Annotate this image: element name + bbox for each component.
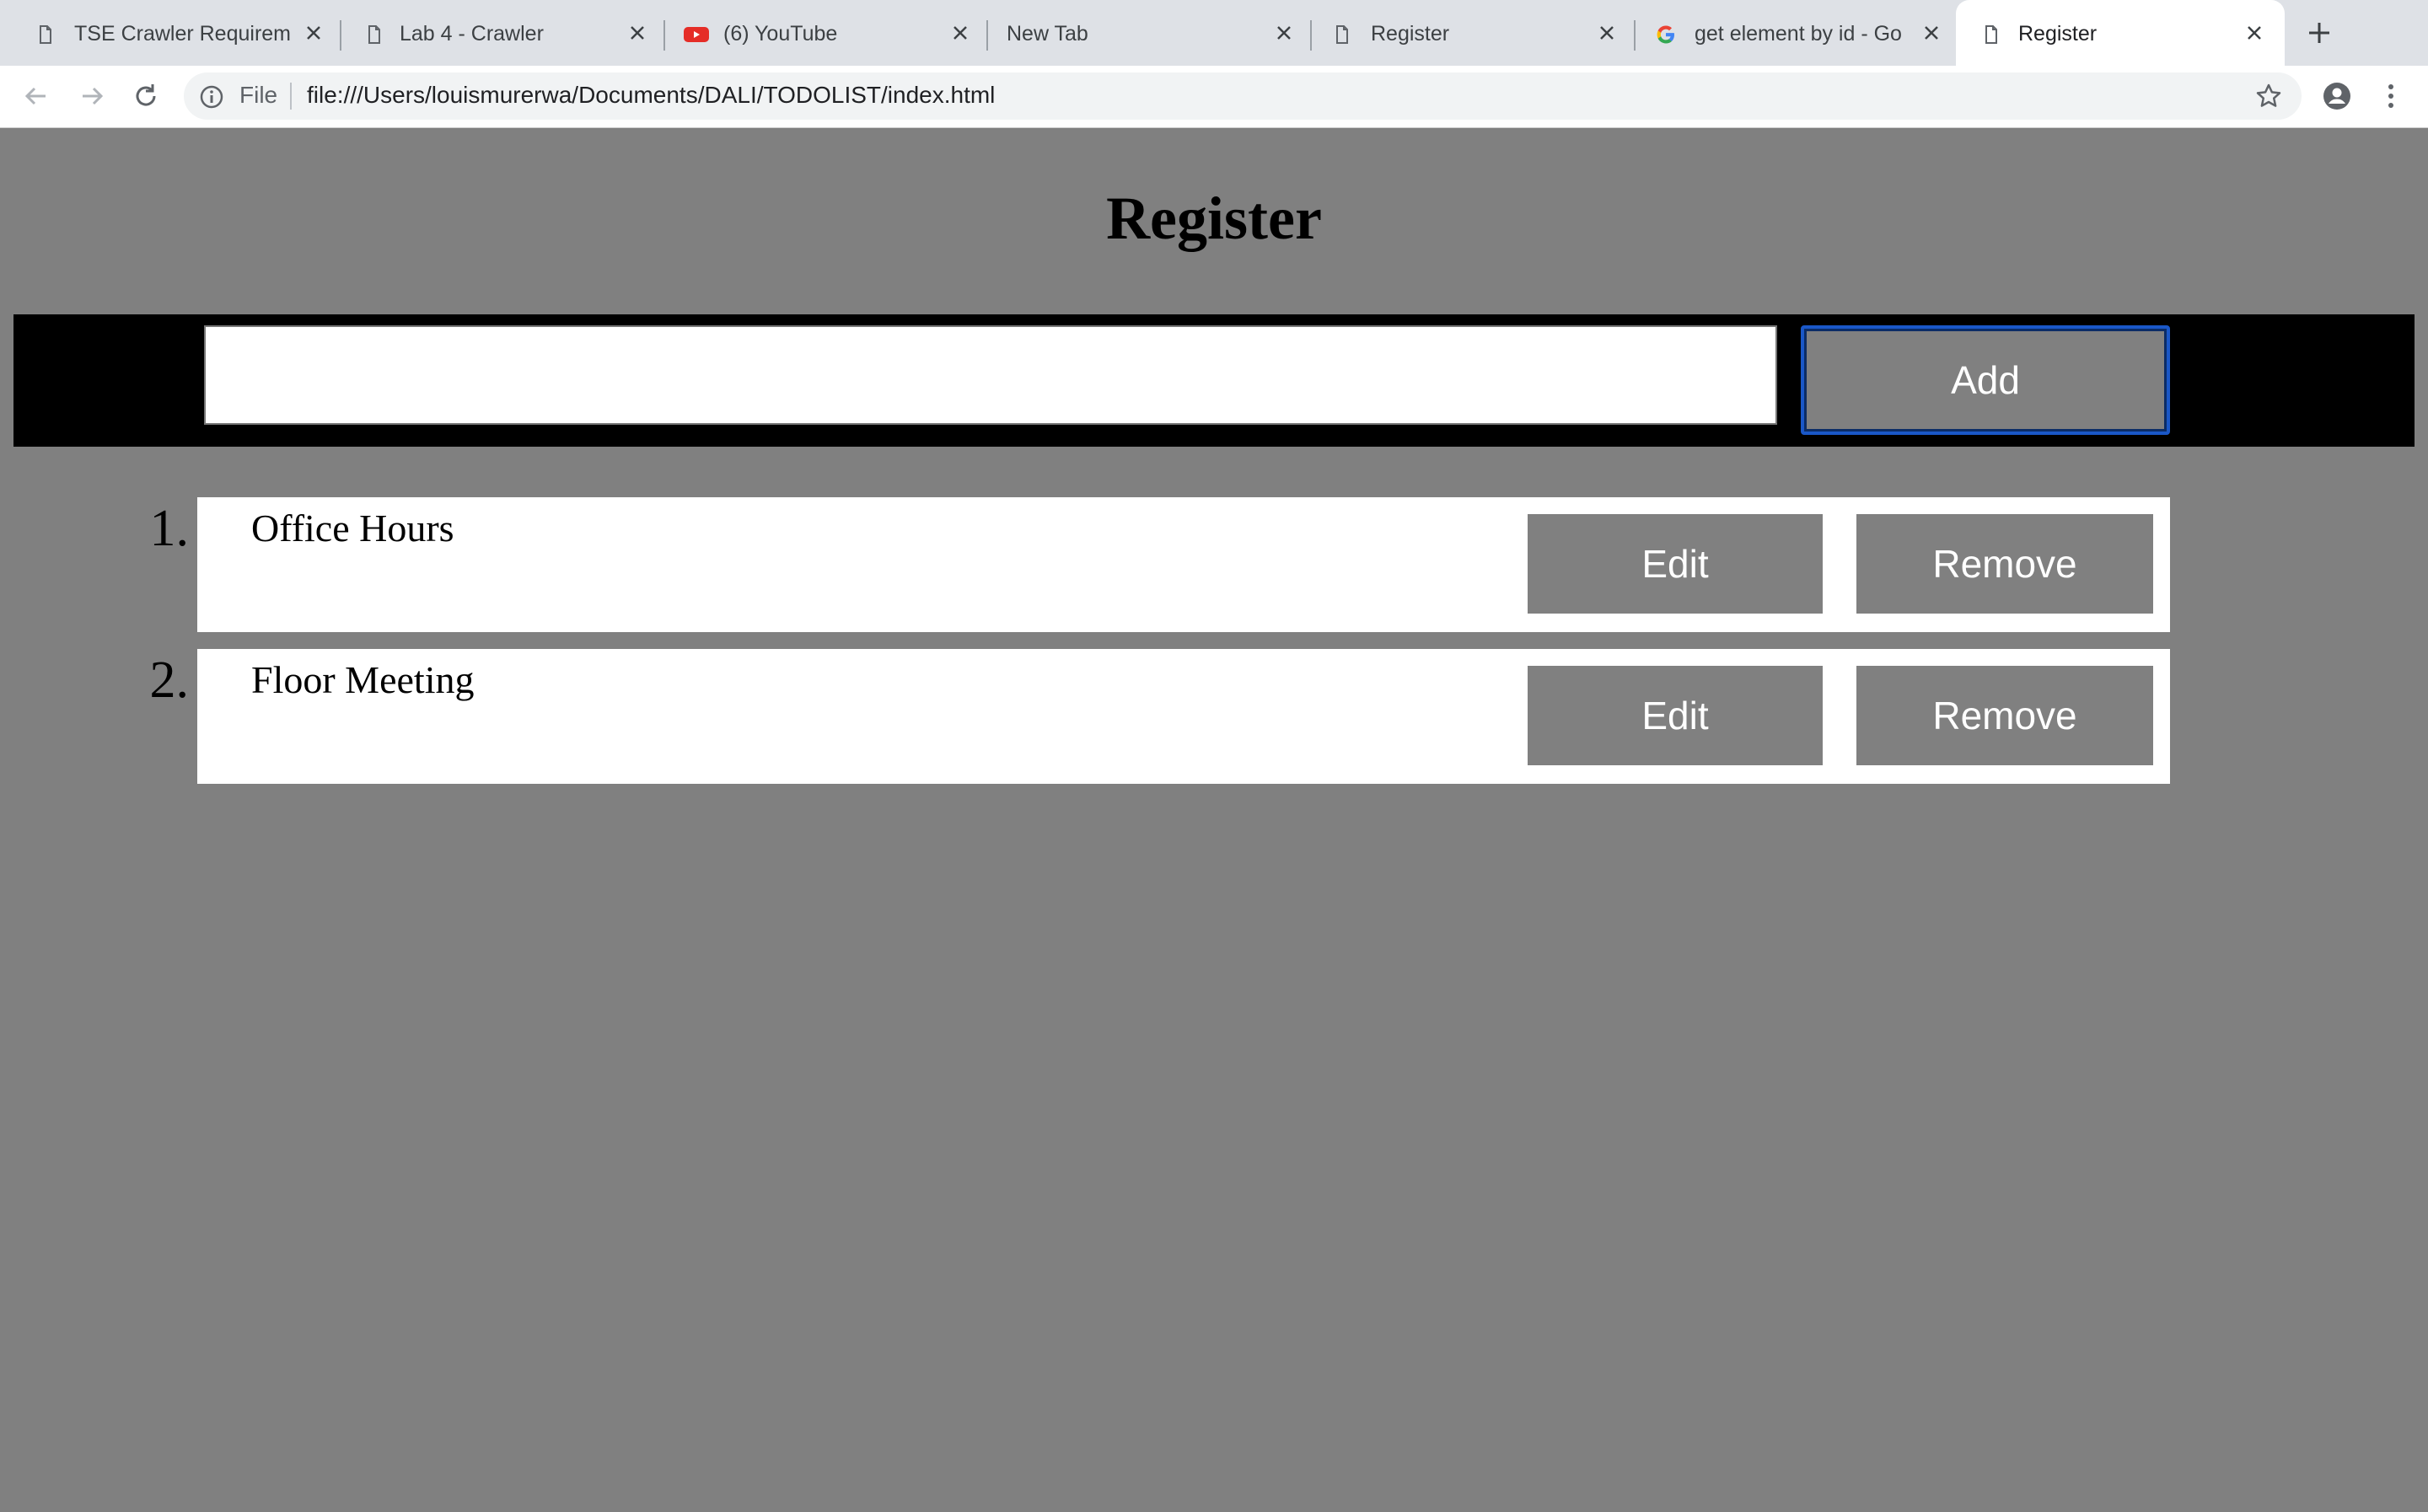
omnibox-scheme-label: File <box>239 82 278 108</box>
tab-tse-crawler[interactable]: TSE Crawler Requireme <box>0 0 329 66</box>
tab-title: Register <box>1371 22 1450 46</box>
google-icon <box>1657 25 1674 44</box>
todo-input[interactable] <box>204 325 1777 425</box>
document-icon <box>40 25 51 44</box>
document-icon <box>368 25 380 44</box>
close-icon[interactable] <box>1274 23 1294 43</box>
tab-register[interactable]: Register <box>1298 0 1627 66</box>
bookmark-star-icon[interactable] <box>2254 82 2283 110</box>
tab-youtube[interactable]: (6) YouTube <box>651 0 980 66</box>
close-icon[interactable] <box>950 23 970 43</box>
tab-title: TSE Crawler Requireme <box>74 22 290 46</box>
close-icon[interactable] <box>627 23 647 43</box>
list-item: Floor Meeting Edit Remove <box>197 649 2170 784</box>
edit-button[interactable]: Edit <box>1528 514 1823 614</box>
list-item: Office Hours Edit Remove <box>197 497 2170 632</box>
more-menu-icon[interactable] <box>2384 81 2398 111</box>
tab-title: New Tab <box>1007 22 1088 46</box>
page-title: Register <box>1106 185 1322 252</box>
tab-title: Register <box>2018 22 2098 46</box>
reload-icon[interactable] <box>132 82 160 110</box>
tab-new-tab[interactable]: New Tab <box>975 0 1303 66</box>
edit-button[interactable]: Edit <box>1528 666 1823 765</box>
close-icon[interactable] <box>304 23 324 43</box>
add-button[interactable]: Add <box>1801 325 2170 435</box>
remove-button[interactable]: Remove <box>1856 514 2153 614</box>
list-item-text: Floor Meeting <box>251 658 475 701</box>
list-item-number: 1. <box>149 500 190 557</box>
tab-title: get element by id - Go <box>1695 22 1902 46</box>
tab-title: Lab 4 - Crawler <box>400 22 544 46</box>
tab-title: (6) YouTube <box>723 22 838 46</box>
back-arrow-icon[interactable] <box>22 82 51 110</box>
document-icon <box>1985 25 1997 44</box>
close-icon[interactable] <box>1921 23 1942 43</box>
tab-register-active[interactable]: Register <box>1956 0 2285 66</box>
document-icon <box>1336 25 1348 44</box>
forward-arrow-icon[interactable] <box>78 82 106 110</box>
info-icon[interactable] <box>199 84 224 110</box>
account-avatar-icon[interactable] <box>2322 81 2352 111</box>
close-icon[interactable] <box>2244 23 2264 43</box>
omnibox-separator <box>290 83 292 110</box>
omnibox-url[interactable]: file:///Users/louismurerwa/Documents/DAL… <box>307 82 995 109</box>
close-icon[interactable] <box>1597 23 1617 43</box>
tab-google-search[interactable]: get element by id - Go <box>1622 0 1951 66</box>
tab-strip: TSE Crawler Requireme Lab 4 - Crawler (6… <box>0 0 2428 66</box>
new-tab-plus-icon[interactable] <box>2307 20 2332 46</box>
remove-button[interactable]: Remove <box>1856 666 2153 765</box>
list-item-number: 2. <box>149 651 190 709</box>
list-item-text: Office Hours <box>251 507 454 550</box>
youtube-icon <box>684 27 709 42</box>
tab-lab4-crawler[interactable]: Lab 4 - Crawler <box>325 0 654 66</box>
